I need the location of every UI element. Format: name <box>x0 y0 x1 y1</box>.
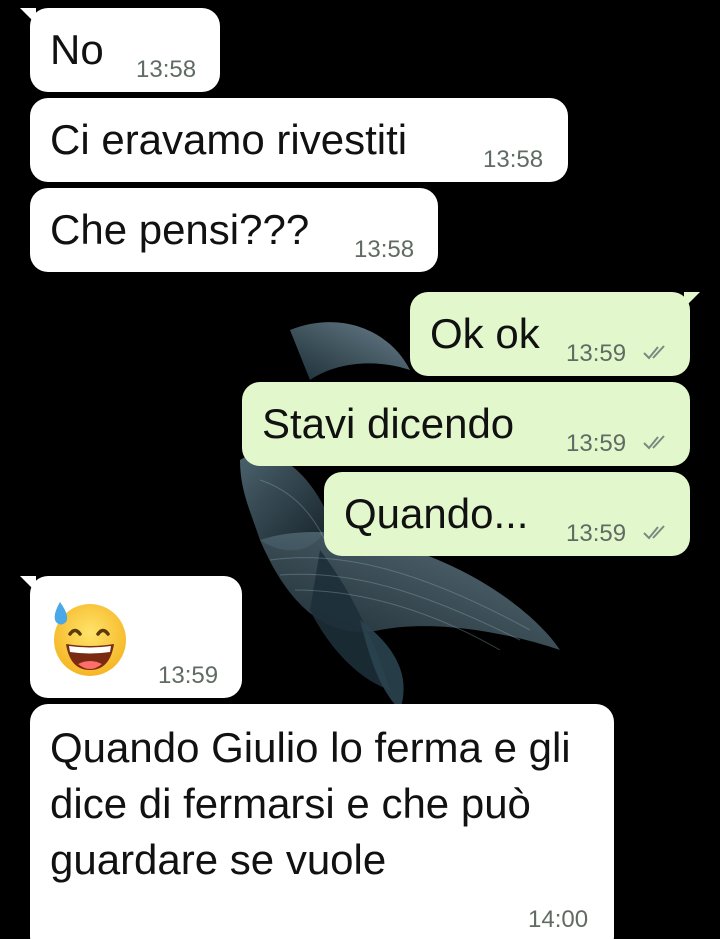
double-check-icon <box>643 345 665 360</box>
message-text: No <box>50 26 104 73</box>
message-text: Quando... <box>344 490 529 537</box>
message-text: Ci eravamo rivestiti <box>50 116 408 163</box>
message-text: Quando Giulio lo ferma e gli dice di fer… <box>50 724 571 883</box>
message-timestamp: 13:58 <box>136 56 197 83</box>
message-timestamp: 13:58 <box>354 236 415 263</box>
outgoing-message-bubble[interactable]: Ok ok 13:59 <box>410 292 700 376</box>
message-timestamp: 13:58 <box>483 146 544 173</box>
outgoing-message-bubble[interactable]: Quando... 13:59 <box>324 472 690 556</box>
grinning-face-with-sweat-icon <box>54 602 126 676</box>
message-text: Che pensi??? <box>50 206 310 253</box>
outgoing-message-bubble[interactable]: Stavi dicendo 13:59 <box>242 382 690 466</box>
message-timestamp: 13:59 <box>566 340 627 367</box>
message-timestamp: 13:59 <box>566 520 627 547</box>
message-timestamp: 13:59 <box>158 662 219 689</box>
message-timestamp: 13:59 <box>566 430 627 457</box>
double-check-icon <box>643 435 665 450</box>
message-text: Stavi dicendo <box>262 400 515 447</box>
message-timestamp: 14:00 <box>528 906 589 933</box>
incoming-message-bubble[interactable]: Che pensi??? 13:58 <box>30 188 438 272</box>
incoming-emoji-bubble[interactable]: 13:59 <box>20 576 242 698</box>
incoming-message-bubble[interactable]: Ci eravamo rivestiti 13:58 <box>30 98 568 182</box>
incoming-message-bubble[interactable]: Quando Giulio lo ferma e gli dice di fer… <box>30 704 614 939</box>
incoming-message-bubble[interactable]: No 13:58 <box>20 8 220 92</box>
double-check-icon <box>643 525 665 540</box>
chat-view[interactable]: No 13:58 Ci eravamo rivestiti 13:58 Che … <box>0 0 720 939</box>
message-text: Ok ok <box>430 310 540 357</box>
